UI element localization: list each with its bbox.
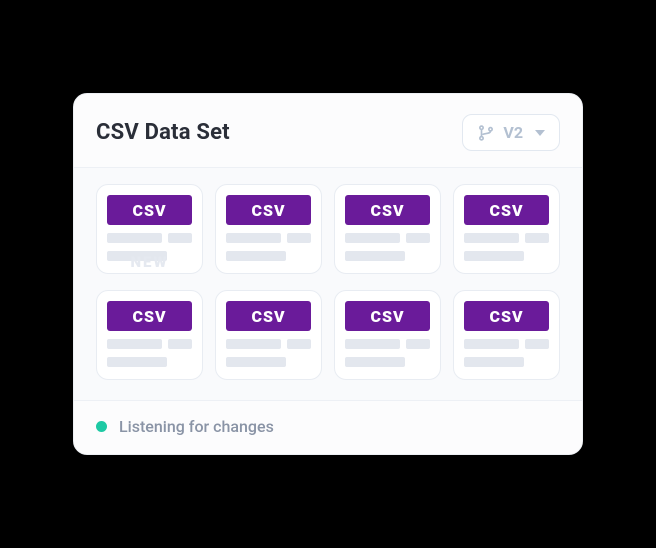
file-type-label: CSV [251, 307, 285, 326]
skeleton-line [345, 233, 430, 243]
version-label: V2 [503, 123, 523, 142]
skeleton-line [226, 251, 311, 261]
skeleton-line [345, 357, 430, 367]
chevron-down-icon [535, 130, 545, 136]
skeleton-line [464, 357, 549, 367]
skeleton-line [464, 233, 549, 243]
file-type-banner: CSV [345, 195, 430, 225]
file-type-banner: CSV [464, 301, 549, 331]
skeleton-line [107, 251, 192, 261]
file-card[interactable]: CSV [334, 184, 441, 274]
file-type-banner: CSV [345, 301, 430, 331]
file-type-label: CSV [370, 307, 404, 326]
skeleton-line [345, 339, 430, 349]
skeleton-line [226, 339, 311, 349]
dataset-panel: CSV Data Set V2 CSVNEWCSVCSVCSVCSVCSVCSV… [73, 93, 583, 455]
status-indicator-icon [96, 421, 107, 432]
file-type-label: CSV [489, 201, 523, 220]
file-type-label: CSV [489, 307, 523, 326]
file-type-label: CSV [370, 201, 404, 220]
skeleton-line [226, 233, 311, 243]
git-branch-icon [477, 124, 495, 142]
file-card[interactable]: CSV [453, 290, 560, 380]
file-type-label: CSV [251, 201, 285, 220]
version-selector[interactable]: V2 [462, 114, 560, 151]
file-type-banner: CSV [107, 195, 192, 225]
skeleton-line [464, 251, 549, 261]
status-text: Listening for changes [119, 417, 274, 436]
file-type-banner: CSV [464, 195, 549, 225]
file-grid: CSVNEWCSVCSVCSVCSVCSVCSVCSV [74, 168, 582, 400]
skeleton-line [107, 233, 192, 243]
panel-title: CSV Data Set [96, 120, 230, 145]
file-card[interactable]: CSV [334, 290, 441, 380]
skeleton-line [464, 339, 549, 349]
file-card[interactable]: CSVNEW [96, 184, 203, 274]
file-card[interactable]: CSV [215, 184, 322, 274]
skeleton-line [226, 357, 311, 367]
skeleton-line [107, 357, 192, 367]
file-type-label: CSV [132, 201, 166, 220]
file-card[interactable]: CSV [215, 290, 322, 380]
file-card[interactable]: CSV [453, 184, 560, 274]
file-card[interactable]: CSV [96, 290, 203, 380]
skeleton-line [107, 339, 192, 349]
file-type-label: CSV [132, 307, 166, 326]
skeleton-line [345, 251, 430, 261]
panel-header: CSV Data Set V2 [74, 94, 582, 167]
panel-footer: Listening for changes [74, 401, 582, 454]
file-type-banner: CSV [226, 195, 311, 225]
file-type-banner: CSV [107, 301, 192, 331]
file-type-banner: CSV [226, 301, 311, 331]
